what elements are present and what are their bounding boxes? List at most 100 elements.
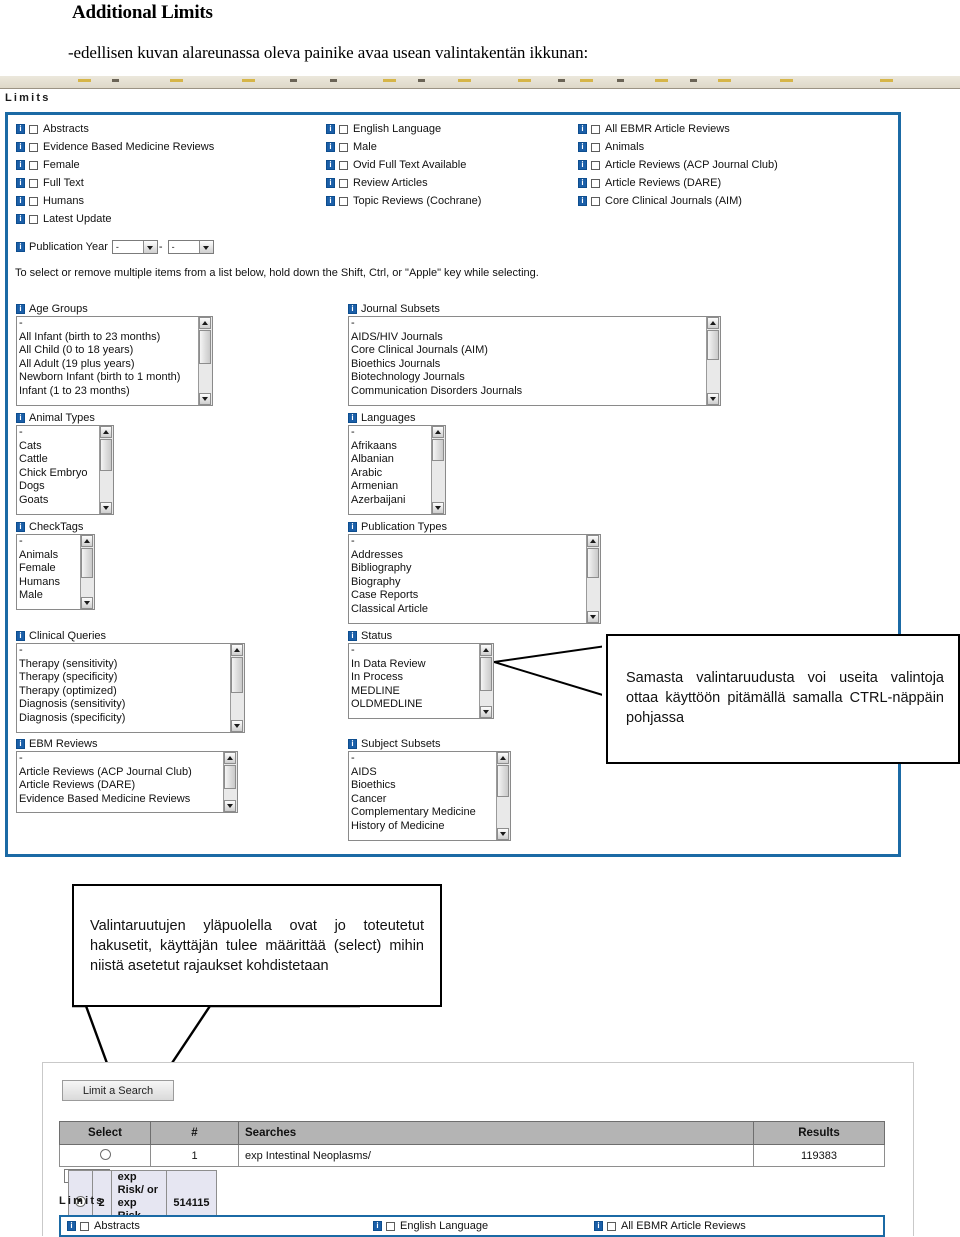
info-icon[interactable] bbox=[348, 630, 357, 642]
scroll-up-icon[interactable] bbox=[480, 644, 492, 656]
list-option[interactable]: - bbox=[19, 317, 199, 331]
limit-checkbox-row[interactable]: Humans bbox=[16, 192, 214, 210]
info-icon[interactable] bbox=[16, 177, 25, 189]
list-option[interactable]: Biotechnology Journals bbox=[351, 371, 707, 385]
info-icon[interactable] bbox=[16, 521, 25, 533]
list-option[interactable]: All Adult (19 plus years) bbox=[19, 358, 199, 372]
scroll-up-icon[interactable] bbox=[432, 426, 444, 438]
languages-listbox[interactable]: - Afrikaans Albanian Arabic Armenian Aze… bbox=[348, 425, 446, 515]
list-option[interactable]: Bibliography bbox=[351, 562, 587, 576]
list-option[interactable]: In Data Review bbox=[351, 658, 480, 672]
scrollbar[interactable] bbox=[479, 644, 493, 718]
checkbox[interactable] bbox=[29, 214, 38, 224]
limit-checkbox-row[interactable]: Abstracts bbox=[16, 120, 214, 138]
scroll-down-icon[interactable] bbox=[81, 597, 93, 609]
info-icon[interactable] bbox=[373, 1220, 382, 1232]
publication-year-to-select[interactable]: - bbox=[167, 240, 214, 254]
scrollbar-thumb[interactable] bbox=[480, 657, 492, 691]
chevron-down-icon[interactable] bbox=[198, 241, 213, 253]
list-option[interactable]: Case Reports bbox=[351, 589, 587, 603]
scrollbar[interactable] bbox=[431, 426, 445, 514]
list-option[interactable]: Complementary Medicine bbox=[351, 806, 497, 820]
journal-subsets-listbox[interactable]: - AIDS/HIV Journals Core Clinical Journa… bbox=[348, 316, 721, 406]
scrollbar-thumb[interactable] bbox=[231, 657, 243, 693]
limit-checkbox-row[interactable]: English Language bbox=[326, 120, 481, 138]
scrollbar-thumb[interactable] bbox=[100, 439, 112, 471]
list-option[interactable]: Armenian bbox=[351, 480, 432, 494]
scrollbar[interactable] bbox=[706, 317, 720, 405]
checkbox[interactable] bbox=[339, 178, 348, 188]
list-option[interactable]: Cancer bbox=[351, 793, 497, 807]
list-option[interactable]: Classical Article bbox=[351, 603, 587, 617]
scrollbar-thumb[interactable] bbox=[707, 330, 719, 360]
checkbox[interactable] bbox=[339, 160, 348, 170]
ebm-reviews-listbox[interactable]: - Article Reviews (ACP Journal Club) Art… bbox=[16, 751, 238, 813]
list-option[interactable]: - bbox=[351, 317, 707, 331]
list-option[interactable]: - bbox=[19, 426, 100, 440]
limit-checkbox-row[interactable]: Ovid Full Text Available bbox=[326, 156, 481, 174]
list-option[interactable]: - bbox=[351, 644, 480, 658]
list-option[interactable]: Humans bbox=[19, 576, 81, 590]
info-icon[interactable] bbox=[16, 303, 25, 315]
scroll-down-icon[interactable] bbox=[432, 502, 444, 514]
list-option[interactable]: Female bbox=[19, 562, 81, 576]
list-option[interactable]: Communication Disorders Journals bbox=[351, 385, 707, 399]
scroll-up-icon[interactable] bbox=[81, 535, 93, 547]
list-option[interactable]: Article Reviews (DARE) bbox=[19, 779, 224, 793]
list-option[interactable]: Dogs bbox=[19, 480, 100, 494]
scrollbar[interactable] bbox=[496, 752, 510, 840]
checkbox[interactable] bbox=[29, 178, 38, 188]
clinical-queries-listbox[interactable]: - Therapy (sensitivity) Therapy (specifi… bbox=[16, 643, 245, 733]
checkbox[interactable] bbox=[29, 124, 38, 134]
info-icon[interactable] bbox=[16, 195, 25, 207]
info-icon[interactable] bbox=[578, 123, 587, 135]
scrollbar[interactable] bbox=[99, 426, 113, 514]
limit-checkbox-row[interactable]: Topic Reviews (Cochrane) bbox=[326, 192, 481, 210]
animal-types-listbox[interactable]: - Cats Cattle Chick Embryo Dogs Goats bbox=[16, 425, 114, 515]
limit-checkbox-row[interactable]: Full Text bbox=[16, 174, 214, 192]
list-option[interactable]: Therapy (specificity) bbox=[19, 671, 231, 685]
list-option[interactable]: Afrikaans bbox=[351, 440, 432, 454]
list-option[interactable]: - bbox=[351, 535, 587, 549]
scroll-down-icon[interactable] bbox=[231, 720, 243, 732]
info-icon[interactable] bbox=[16, 630, 25, 642]
list-option[interactable]: Arabic bbox=[351, 467, 432, 481]
list-option[interactable]: All Child (0 to 18 years) bbox=[19, 344, 199, 358]
info-icon[interactable] bbox=[578, 195, 587, 207]
publication-types-listbox[interactable]: - Addresses Bibliography Biography Case … bbox=[348, 534, 601, 624]
scrollbar-thumb[interactable] bbox=[432, 439, 444, 461]
info-icon[interactable] bbox=[594, 1220, 603, 1232]
list-option[interactable]: Therapy (optimized) bbox=[19, 685, 231, 699]
age-groups-listbox[interactable]: - All Infant (birth to 23 months) All Ch… bbox=[16, 316, 213, 406]
list-option[interactable]: OLDMEDLINE bbox=[351, 698, 480, 712]
limit-checkbox-row[interactable]: Review Articles bbox=[326, 174, 481, 192]
list-option[interactable]: History of Medicine bbox=[351, 820, 497, 834]
list-option[interactable]: Azerbaijani bbox=[351, 494, 432, 508]
limit-checkbox-row[interactable]: Article Reviews (DARE) bbox=[578, 174, 778, 192]
info-icon[interactable] bbox=[16, 141, 25, 153]
list-option[interactable]: Animals bbox=[19, 549, 81, 563]
scroll-up-icon[interactable] bbox=[587, 535, 599, 547]
info-icon[interactable] bbox=[326, 177, 335, 189]
list-option[interactable]: Goats bbox=[19, 494, 100, 508]
scroll-up-icon[interactable] bbox=[199, 317, 211, 329]
info-icon[interactable] bbox=[578, 141, 587, 153]
list-option[interactable]: Infant (1 to 23 months) bbox=[19, 385, 199, 399]
list-option[interactable]: - bbox=[19, 644, 231, 658]
list-option[interactable]: Cattle bbox=[19, 453, 100, 467]
list-option[interactable]: AIDS bbox=[351, 766, 497, 780]
scroll-down-icon[interactable] bbox=[199, 393, 211, 405]
scroll-up-icon[interactable] bbox=[100, 426, 112, 438]
checkbox[interactable] bbox=[591, 124, 600, 134]
checktags-listbox[interactable]: - Animals Female Humans Male bbox=[16, 534, 95, 610]
table-row[interactable]: 2 exp Risk/ or exp Risk Factors/ 514115 bbox=[63, 1168, 217, 1237]
scrollbar[interactable] bbox=[586, 535, 600, 623]
info-icon[interactable] bbox=[67, 1220, 76, 1232]
list-option[interactable]: Core Clinical Journals (AIM) bbox=[351, 344, 707, 358]
limit-checkbox-row[interactable]: Abstracts bbox=[67, 1217, 367, 1235]
list-option[interactable]: Article Reviews (ACP Journal Club) bbox=[19, 766, 224, 780]
list-option[interactable]: All Infant (birth to 23 months) bbox=[19, 331, 199, 345]
scrollbar-thumb[interactable] bbox=[224, 765, 236, 789]
list-option[interactable]: Diagnosis (specificity) bbox=[19, 712, 231, 726]
info-icon[interactable] bbox=[326, 195, 335, 207]
